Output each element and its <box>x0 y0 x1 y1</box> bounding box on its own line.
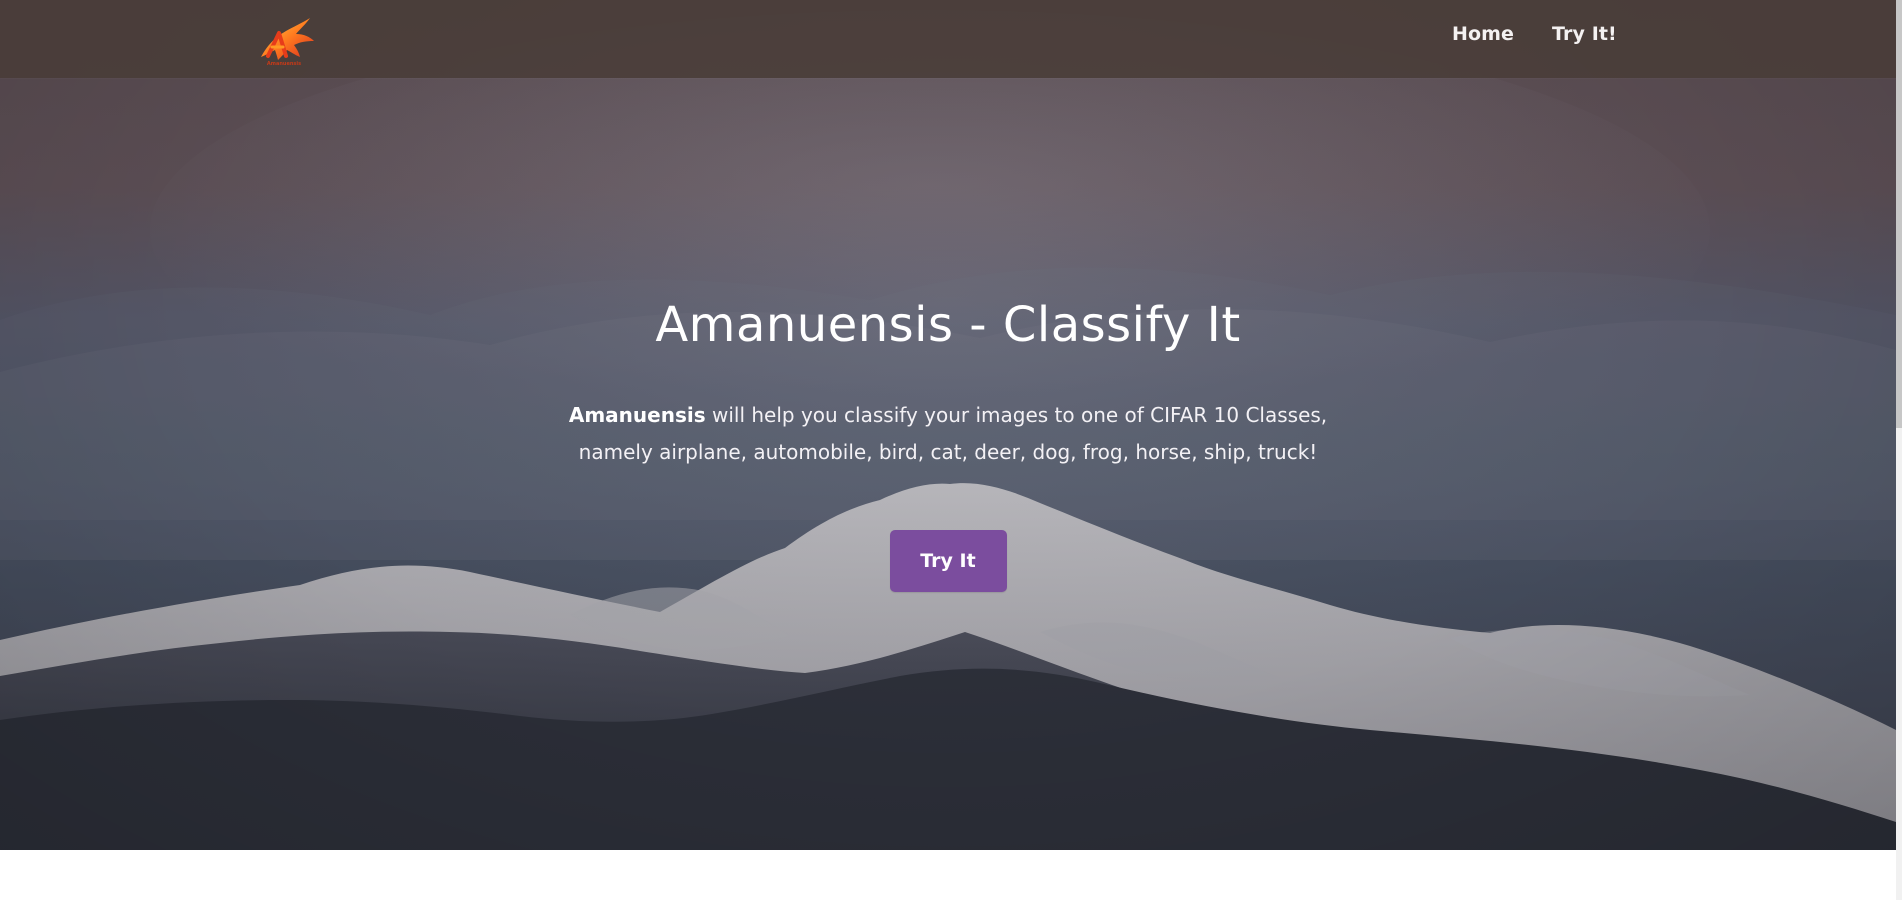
main-navigation: Home Try It! <box>1452 25 1617 44</box>
brand-logo-link[interactable]: Amanuensis <box>250 10 318 68</box>
hero-description-brand: Amanuensis <box>568 403 706 427</box>
top-navbar: Amanuensis Home Try It! <box>0 0 1896 78</box>
bird-logo-icon: Amanuensis <box>261 18 314 67</box>
hero-description: Amanuensis will help you classify your i… <box>538 397 1358 471</box>
nav-item-home[interactable]: Home <box>1452 25 1514 44</box>
hero-title: Amanuensis - Classify It <box>655 297 1241 353</box>
nav-item-try-it[interactable]: Try It! <box>1552 25 1617 44</box>
landing-page: Amanuensis Home Try It! Amanuensis - Cla… <box>0 0 1902 900</box>
hero-section: Amanuensis Home Try It! Amanuensis - Cla… <box>0 0 1896 850</box>
scrollbar-thumb[interactable] <box>1896 0 1902 428</box>
vertical-scrollbar[interactable] <box>1896 0 1902 900</box>
brand-logo-text: Amanuensis <box>267 61 301 67</box>
hero-content: Amanuensis - Classify It Amanuensis will… <box>0 296 1896 592</box>
try-it-button[interactable]: Try It <box>889 530 1007 592</box>
